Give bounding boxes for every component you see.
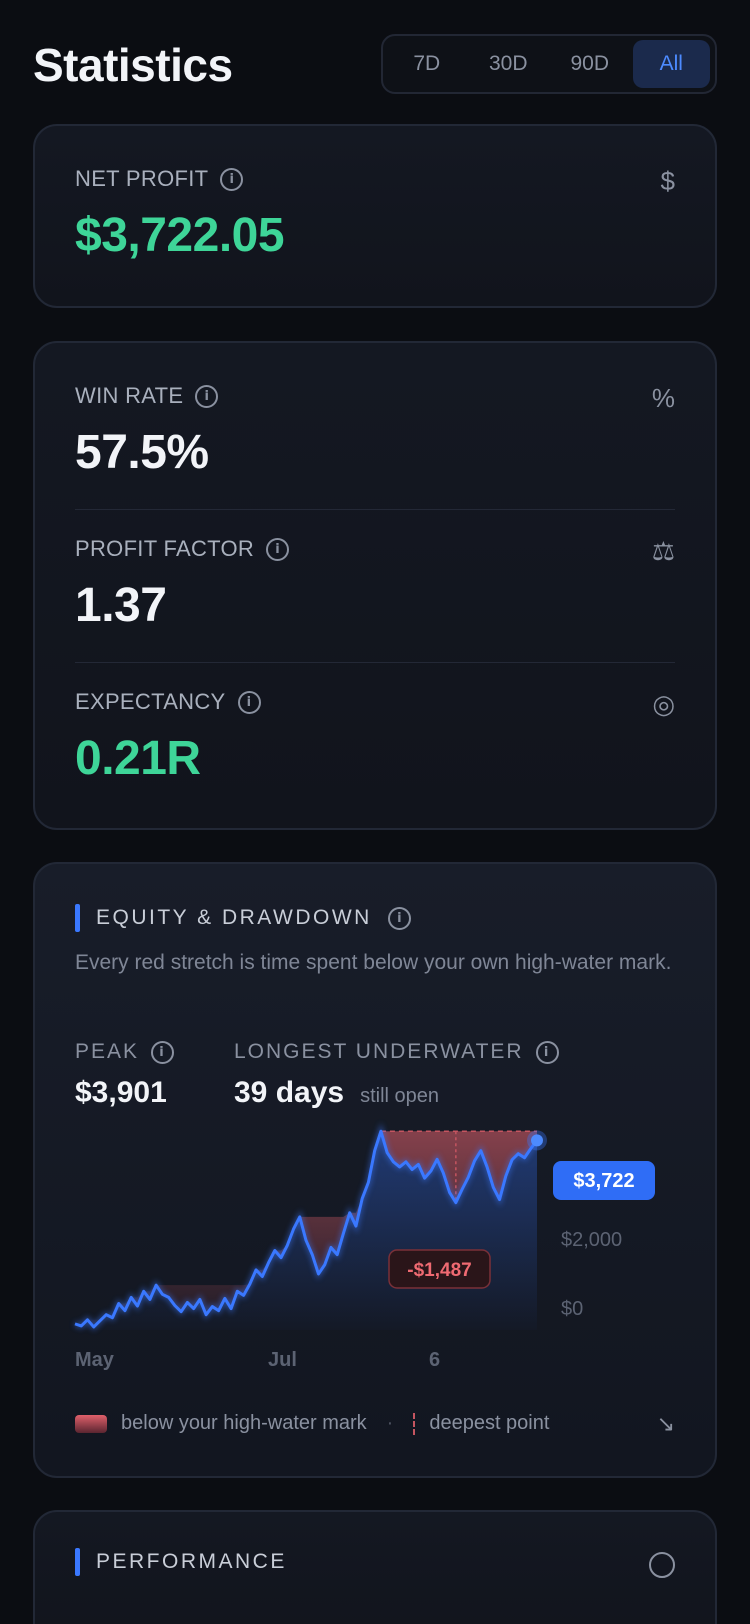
page-title: Statistics: [33, 39, 233, 91]
x-tick-may: May: [75, 1349, 115, 1371]
win-rate-metric: WIN RATE i % 57.5%: [75, 383, 675, 480]
current-point[interactable]: [531, 1134, 543, 1147]
scale-icon: ⚖: [651, 536, 675, 566]
percent-icon: %: [651, 383, 675, 413]
range-all-button[interactable]: All: [632, 40, 710, 88]
trend-down-icon[interactable]: ↘: [657, 1411, 675, 1437]
divider: [75, 509, 675, 510]
y-tick-0: $0: [561, 1298, 583, 1320]
profit-factor-value: 1.37: [75, 579, 167, 632]
chart-legend: below your high-water mark · deepest poi…: [75, 1411, 675, 1437]
drawdown-badge-text: -$1,487: [407, 1260, 471, 1281]
current-value-badge: $3,722: [553, 1161, 655, 1200]
performance-section-header: PERFORMANCE: [75, 1548, 287, 1576]
legend-deepest-label: deepest point: [429, 1412, 550, 1434]
profit-factor-label: PROFIT FACTOR: [75, 536, 255, 561]
net-profit-metric: NET PROFIT i $ $3,722.05: [75, 166, 675, 263]
info-icon[interactable]: i: [195, 384, 219, 408]
legend-separator: ·: [386, 1412, 394, 1434]
range-90d-button[interactable]: 90D: [551, 40, 629, 88]
performance-card: PERFORMANCE: [33, 1510, 717, 1624]
profit-factor-metric: PROFIT FACTOR i ⚖ 1.37: [75, 536, 675, 633]
deepest-point-marker-icon: [413, 1412, 416, 1435]
accent-bar: [75, 1548, 80, 1576]
metrics-card: WIN RATE i % 57.5% PROFIT FACTOR i ⚖ 1.3…: [33, 341, 717, 830]
expectancy-metric: EXPECTANCY i ◎ 0.21R: [75, 689, 675, 786]
legend-below-label: below your high-water mark: [121, 1412, 367, 1434]
range-30d-button[interactable]: 30D: [470, 40, 548, 88]
y-tick-2000: $2,000: [561, 1229, 622, 1251]
net-profit-value: $3,722.05: [75, 209, 285, 262]
net-profit-card: NET PROFIT i $ $3,722.05: [33, 124, 717, 308]
drawdown-swatch-icon: [75, 1414, 107, 1433]
expectancy-value: 0.21R: [75, 732, 201, 785]
equity-chart[interactable]: -$1,487 $3,722 $2,000 $0 May Jul 6: [35, 864, 719, 1394]
range-selector: 7D 30D 90D All: [381, 34, 717, 94]
drawdown-badge: -$1,487: [388, 1249, 491, 1289]
dollar-icon: $: [660, 166, 675, 196]
info-icon[interactable]: i: [220, 167, 244, 191]
range-7d-button[interactable]: 7D: [388, 40, 466, 88]
win-rate-value: 57.5%: [75, 426, 209, 479]
expectancy-label: EXPECTANCY: [75, 689, 226, 714]
x-tick-jul: Jul: [268, 1349, 297, 1371]
info-icon[interactable]: i: [266, 537, 290, 561]
x-tick-6: 6: [429, 1349, 440, 1371]
info-icon[interactable]: i: [237, 690, 261, 714]
gauge-icon[interactable]: [649, 1552, 675, 1578]
performance-title: PERFORMANCE: [96, 1550, 287, 1573]
target-icon: ◎: [652, 689, 675, 719]
divider: [75, 662, 675, 663]
equity-drawdown-card: EQUITY & DRAWDOWN i Every red stretch is…: [33, 862, 717, 1478]
net-profit-label: NET PROFIT: [75, 166, 209, 191]
win-rate-label: WIN RATE: [75, 383, 184, 408]
current-value-badge-text: $3,722: [573, 1170, 634, 1192]
